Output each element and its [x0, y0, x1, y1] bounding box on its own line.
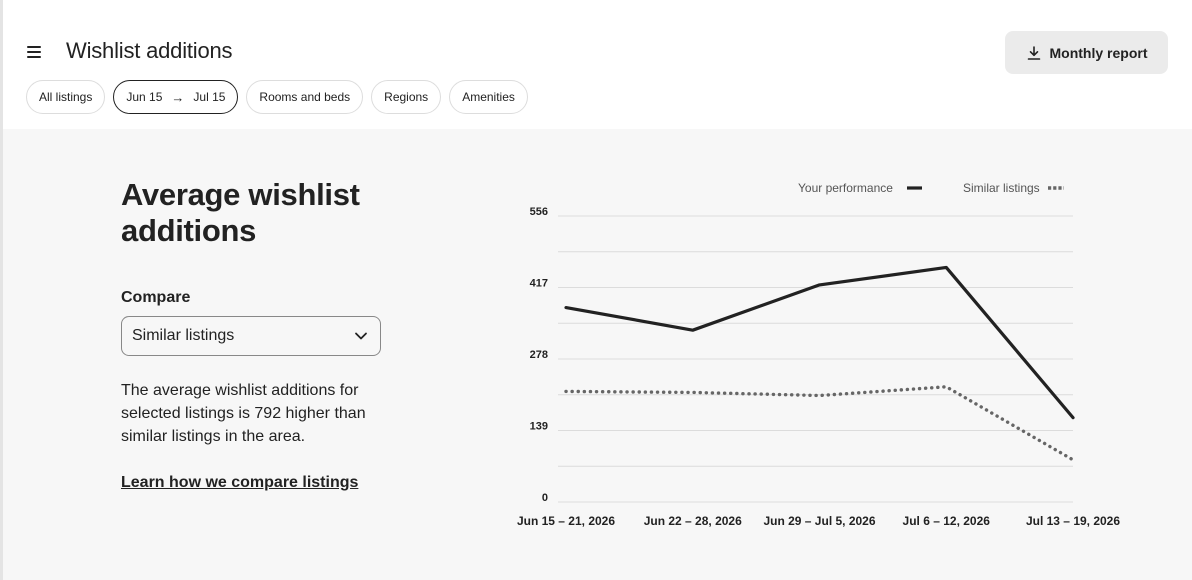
download-icon	[1027, 45, 1040, 60]
x-tick-label: Jul 6 – 12, 2026	[903, 514, 991, 528]
date-from: Jun 15	[126, 90, 163, 104]
page-title: Wishlist additions	[66, 38, 233, 63]
y-tick-label: 556	[530, 206, 548, 218]
wishlist-line-chart: 0 139 278 417 556 Jun 15 – 21, 2026 Jun 22 – 2…	[517, 181, 1120, 528]
chip-amenities[interactable]: Amenities	[449, 80, 528, 114]
series-line-similar-listings	[564, 385, 1075, 462]
menu-icon[interactable]	[25, 42, 45, 62]
y-tick-label: 139	[530, 421, 548, 433]
y-tick-label: 417	[530, 278, 548, 290]
legend-label-your-performance: Your performance	[798, 181, 893, 195]
x-tick-label: Jul 13 – 19, 2026	[1026, 514, 1120, 528]
content-panel: Average wishlist additions Compare Simil…	[3, 129, 1192, 580]
date-to: Jul 15	[193, 90, 226, 104]
x-tick-label: Jun 22 – 28, 2026	[644, 514, 742, 528]
x-tick-label: Jun 15 – 21, 2026	[517, 514, 615, 528]
monthly-report-button[interactable]: Monthly report	[1005, 31, 1168, 74]
y-tick-label: 0	[542, 492, 548, 504]
y-tick-label: 278	[530, 349, 548, 361]
chip-date-range[interactable]: Jun 15 → Jul 15	[113, 80, 239, 114]
chip-regions[interactable]: Regions	[371, 80, 442, 114]
monthly-report-label: Monthly report	[1049, 44, 1148, 61]
filter-chips: All listings Jun 15 → Jul 15 Rooms and b…	[26, 80, 528, 114]
x-tick-label: Jun 29 – Jul 5, 2026	[763, 514, 875, 528]
legend-label-similar-listings: Similar listings	[963, 181, 1040, 195]
top-bar: Wishlist additions Monthly report All li…	[3, 0, 1192, 129]
arrow-right-icon: →	[171, 89, 185, 105]
chip-all-listings[interactable]: All listings	[26, 80, 106, 114]
chip-rooms-and-beds[interactable]: Rooms and beds	[246, 80, 364, 114]
